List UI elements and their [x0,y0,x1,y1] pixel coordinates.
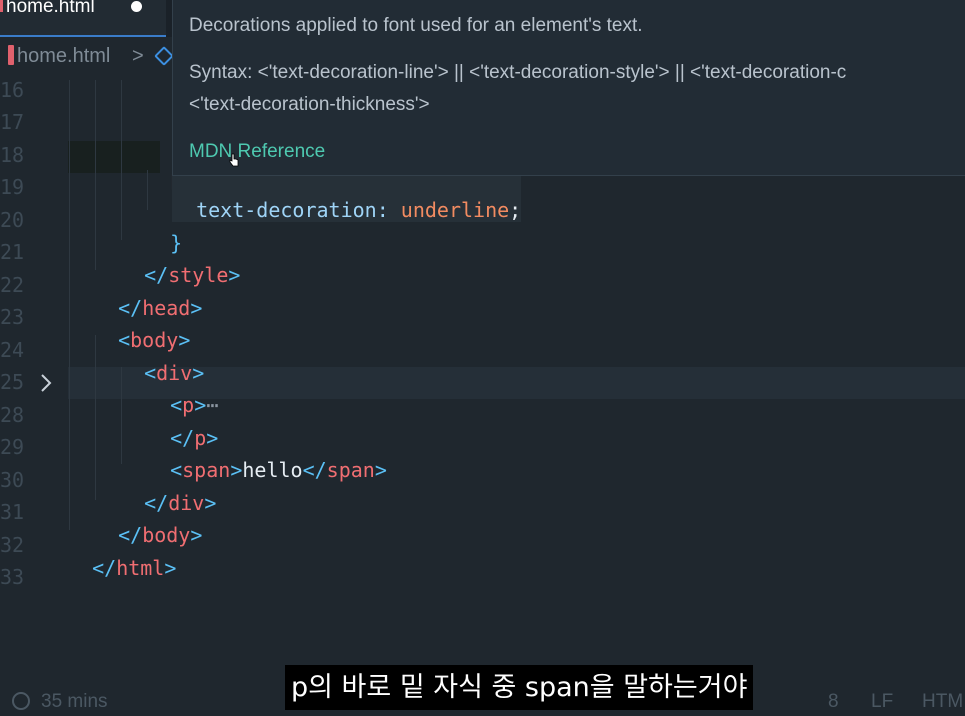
line-number: 28 [0,403,25,427]
indent-guide [121,80,122,240]
unsaved-dot-icon[interactable] [131,1,142,12]
line-number: 21 [0,240,25,264]
hover-tooltip: Decorations applied to font used for an … [172,0,965,176]
line-number: 18 [0,143,25,167]
code-semicolon: ; [509,198,522,222]
line-number: 33 [0,565,25,589]
code-line[interactable]: text-decoration: underline; [172,174,522,222]
clock-icon [12,692,30,710]
line-number: 24 [0,338,25,362]
line-number: 23 [0,305,25,329]
line-number: 25 [0,370,25,394]
css-value: underline [400,198,510,222]
line-number: 16 [0,78,25,102]
tag-name: html [116,556,165,580]
html-file-icon [0,0,3,12]
line-number: 20 [0,208,25,232]
line-number: 31 [0,500,25,524]
text-content: hello [242,458,303,482]
tooltip-syntax: Syntax: <'text-decoration-line'> || <'te… [189,62,847,83]
mdn-reference-link[interactable]: MDN Reference [189,141,325,163]
indent-guide [69,80,70,530]
indent-guide [95,335,96,500]
code-line[interactable]: </html> [68,532,176,580]
chevron-right-icon[interactable] [38,372,54,394]
tooltip-description: Decorations applied to font used for an … [189,15,643,36]
line-number: 32 [0,533,25,557]
html-file-icon [8,45,14,65]
status-column[interactable]: 8 [828,691,839,713]
tab-label: home.html [6,0,95,17]
status-language[interactable]: HTM [922,691,963,713]
line-number: 22 [0,273,25,297]
tag-bracket: </ [302,458,327,482]
tag-bracket: </ [92,556,117,580]
status-timer[interactable]: 35 mins [41,691,108,713]
tag-bracket: > [190,296,203,320]
tag-bracket: > [190,523,203,547]
line-number: 30 [0,468,25,492]
tooltip-syntax-continued: <'text-decoration-thickness'> [189,94,430,115]
hand-cursor-icon [229,153,239,167]
video-subtitle: p의 바로 밑 자식 중 span을 말하는거야 [285,665,754,710]
breadcrumb-separator: > [132,45,144,67]
breadcrumb-file[interactable]: home.html [17,45,110,68]
tab-home-html[interactable]: home.html [0,0,166,37]
css-property[interactable]: text-decoration: [196,198,389,222]
line-number: 19 [0,175,25,199]
tag-bracket: > [230,458,243,482]
indent-guide [95,80,96,270]
line-number: 29 [0,435,25,459]
tag-bracket: > [164,556,177,580]
tag-bracket: > [228,263,241,287]
line-number: 17 [0,110,25,134]
tag-bracket: > [374,458,387,482]
tag-bracket: > [204,491,217,515]
tag-name: span [326,458,375,482]
status-eol[interactable]: LF [871,691,893,713]
